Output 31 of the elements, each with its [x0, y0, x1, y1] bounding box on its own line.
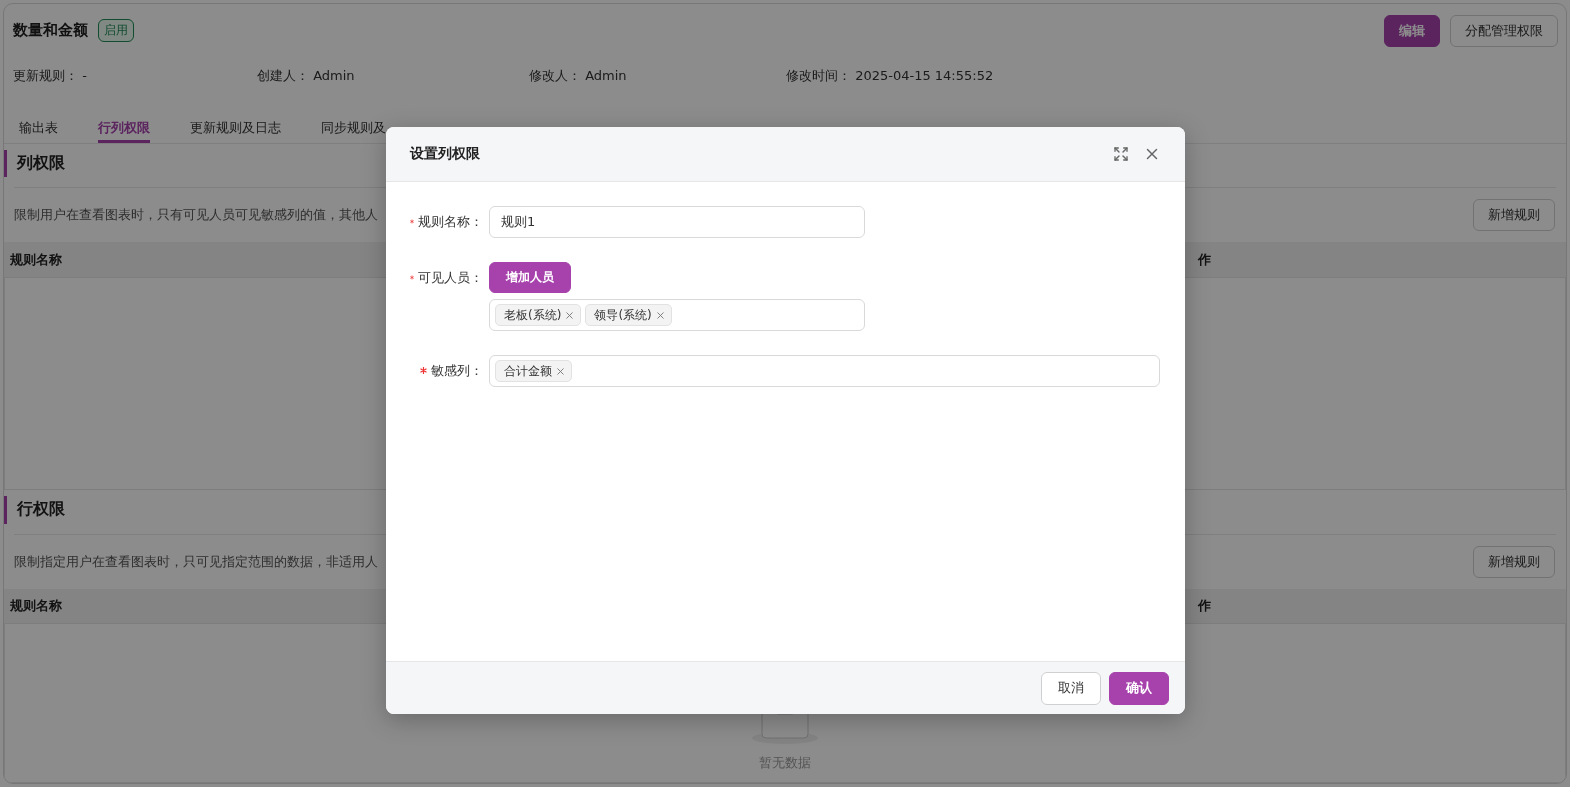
- add-rule-button[interactable]: 新增规则: [1473, 545, 1555, 578]
- remove-icon[interactable]: [555, 365, 566, 377]
- section-description: 限制指定用户在查看图表时，只可见指定范围的数据，非适用人: [14, 552, 378, 571]
- add-rule-button[interactable]: 新增规则: [1473, 199, 1555, 232]
- tab[interactable]: 行列权限: [98, 118, 150, 143]
- add-people-button[interactable]: 增加人员: [489, 262, 571, 293]
- tag: 合计金额: [495, 360, 572, 382]
- dialog-button[interactable]: 确认: [1109, 671, 1169, 705]
- tab[interactable]: 同步规则及: [321, 118, 386, 143]
- select-field[interactable]: 合计金额: [489, 355, 1160, 387]
- tab[interactable]: 输出表: [19, 118, 58, 143]
- tab[interactable]: 更新规则及日志: [190, 118, 281, 143]
- status-badge: 启用: [98, 19, 134, 43]
- tag: 领导(系统): [585, 304, 672, 326]
- header-button[interactable]: 编辑: [1384, 14, 1440, 47]
- meta-info: 修改人： Admin: [529, 66, 628, 85]
- header-button[interactable]: 分配管理权限: [1450, 14, 1558, 47]
- expand-icon[interactable]: [1113, 146, 1129, 162]
- field-label: 规则名称：: [418, 213, 483, 231]
- section-description: 限制用户在查看图表时，只有可见人员可见敏感列的值，其他人: [14, 206, 378, 225]
- remove-icon[interactable]: [654, 309, 666, 321]
- meta-info: 创建人： Admin: [257, 66, 356, 85]
- select-field[interactable]: 老板(系统) 领导(系统): [489, 299, 865, 331]
- tag: 老板(系统): [495, 304, 582, 326]
- input-field[interactable]: 规则1: [489, 206, 865, 238]
- field-label: 敏感列：: [431, 362, 483, 380]
- meta-info: 更新规则： -: [13, 66, 88, 85]
- meta-info: 修改时间： 2025-04-15 14:55:52: [786, 66, 995, 85]
- dialog-button[interactable]: 取消: [1041, 671, 1101, 705]
- remove-icon[interactable]: [564, 309, 576, 321]
- page-title: 数量和金额: [13, 21, 88, 41]
